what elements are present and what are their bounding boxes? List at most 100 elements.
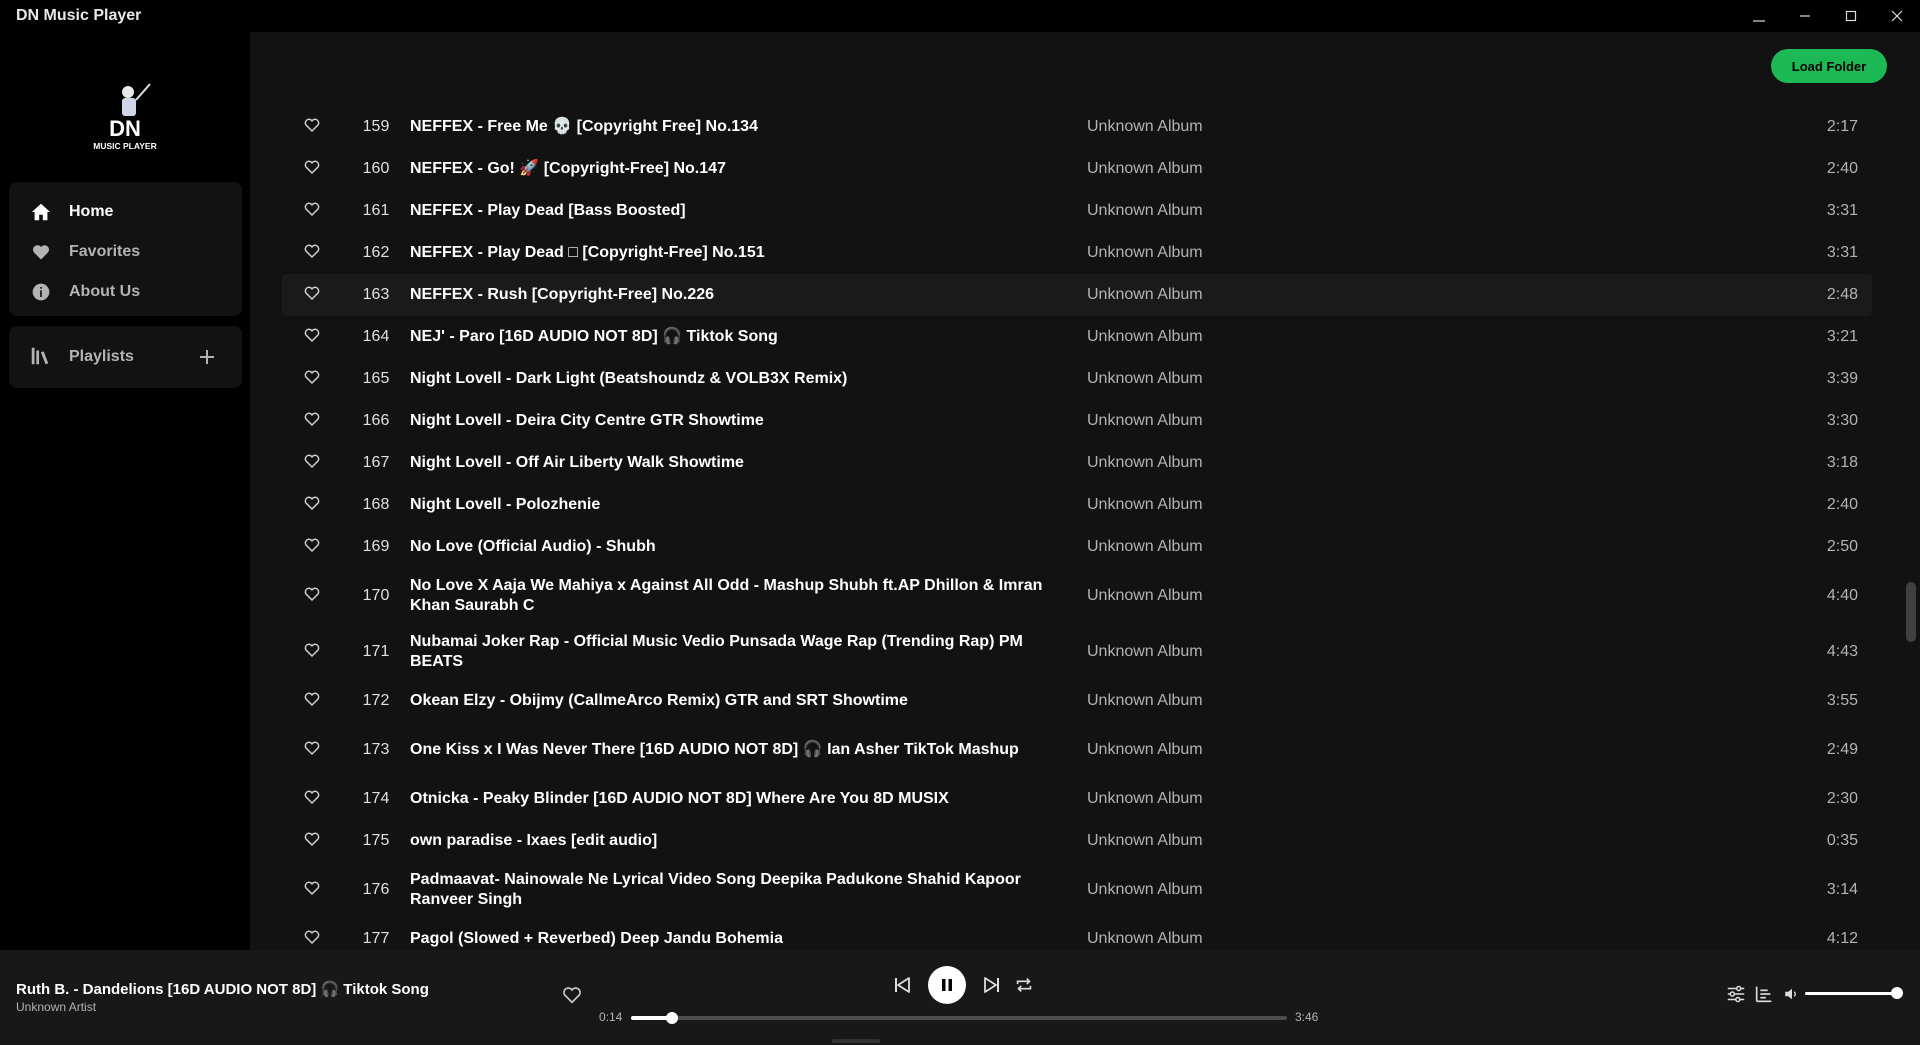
scrollbar-thumb[interactable]	[1906, 582, 1916, 642]
favorite-toggle[interactable]	[282, 690, 342, 713]
heart-outline-icon	[303, 788, 321, 811]
track-duration: 2:17	[1826, 118, 1858, 135]
track-row[interactable]: 161 NEFFEX - Play Dead [Bass Boosted] Unkn…	[282, 190, 1872, 232]
repeat-icon	[1016, 977, 1032, 993]
current-time: 0:14	[599, 1010, 623, 1024]
track-album: Unknown Album	[1087, 412, 1203, 429]
favorite-toggle[interactable]	[282, 284, 342, 307]
volume-knob[interactable]	[1891, 987, 1903, 999]
heart-outline-icon	[303, 690, 321, 713]
track-album: Unknown Album	[1087, 538, 1203, 555]
heart-outline-icon	[303, 410, 321, 433]
progress-slider[interactable]	[631, 1012, 1287, 1024]
track-duration: 3:14	[1826, 881, 1858, 898]
favorite-toggle[interactable]	[282, 116, 342, 139]
track-row[interactable]: 162 NEFFEX - Play Dead □ [Copyright-Free]…	[282, 232, 1872, 274]
track-list: 159 NEFFEX - Free Me 💀 [Copyright Free] N…	[282, 106, 1872, 950]
favorite-toggle[interactable]	[282, 158, 342, 181]
favorite-toggle[interactable]	[282, 368, 342, 391]
playlists-section[interactable]: Playlists	[9, 326, 242, 388]
track-row[interactable]: 170 No Love X Aaja We Mahiya x Against Al…	[282, 568, 1872, 624]
heart-outline-icon	[303, 242, 321, 265]
track-row[interactable]: 168 Night Lovell - Polozhenie Unknown Albu…	[282, 484, 1872, 526]
hide-to-tray-button[interactable]	[1736, 0, 1782, 32]
favorite-toggle[interactable]	[282, 494, 342, 517]
track-number: 177	[362, 930, 390, 947]
extra-controls	[1724, 982, 1808, 1006]
previous-button[interactable]	[890, 973, 914, 997]
favorite-toggle[interactable]	[282, 830, 342, 853]
track-duration: 3:31	[1826, 202, 1858, 219]
track-row[interactable]: 165 Night Lovell - Dark Light (Beatshound…	[282, 358, 1872, 400]
queue-icon	[1755, 986, 1772, 1003]
equalizer-button[interactable]	[1724, 982, 1748, 1006]
track-number: 172	[362, 692, 390, 709]
favorite-toggle[interactable]	[282, 536, 342, 559]
favorite-toggle[interactable]	[282, 326, 342, 349]
now-playing-artist: Unknown Artist	[16, 1000, 97, 1014]
window-controls	[1736, 0, 1920, 32]
favorite-toggle[interactable]	[282, 410, 342, 433]
minimize-button[interactable]	[1782, 0, 1828, 32]
track-row[interactable]: 159 NEFFEX - Free Me 💀 [Copyright Free] N…	[282, 106, 1872, 148]
favorite-toggle[interactable]	[282, 452, 342, 475]
nav-label: Home	[69, 203, 114, 220]
favorite-toggle[interactable]	[282, 585, 342, 608]
nav-item-favorites[interactable]: Favorites	[9, 232, 242, 272]
track-row[interactable]: 166 Night Lovell - Deira City Centre GTR …	[282, 400, 1872, 442]
track-row[interactable]: 160 NEFFEX - Go! 🚀 [Copyright-Free] No.14…	[282, 148, 1872, 190]
close-button[interactable]	[1874, 0, 1920, 32]
resize-handle[interactable]	[832, 1039, 880, 1043]
maximize-button[interactable]	[1828, 0, 1874, 32]
nav-item-about-us[interactable]: About Us	[9, 272, 242, 312]
track-title: Nubamai Joker Rap - Official Music Vedio…	[410, 633, 1023, 670]
heart-outline-icon	[303, 879, 321, 902]
heart-outline-icon	[303, 200, 321, 223]
track-row[interactable]: 173 One Kiss x I Was Never There [16D AUD…	[282, 722, 1872, 778]
favorite-toggle[interactable]	[282, 739, 342, 762]
track-row[interactable]: 169 No Love (Official Audio) - Shubh Unkno…	[282, 526, 1872, 568]
queue-button[interactable]	[1752, 982, 1776, 1006]
track-title: Night Lovell - Polozhenie	[410, 496, 601, 513]
track-row[interactable]: 167 Night Lovell - Off Air Liberty Walk S…	[282, 442, 1872, 484]
track-row[interactable]: 176 Padmaavat- Nainowale Ne Lyrical Video…	[282, 862, 1872, 918]
favorite-toggle[interactable]	[282, 788, 342, 811]
playback-controls	[890, 966, 1036, 1004]
volume-slider[interactable]	[1805, 987, 1903, 999]
play-pause-button[interactable]	[928, 966, 966, 1004]
track-number: 161	[362, 202, 390, 219]
track-duration: 3:30	[1826, 412, 1858, 429]
load-folder-button[interactable]: Load Folder	[1771, 49, 1887, 83]
track-duration: 3:18	[1826, 454, 1858, 471]
heart-outline-icon	[303, 452, 321, 475]
track-title: Padmaavat- Nainowale Ne Lyrical Video So…	[410, 871, 1021, 908]
track-row[interactable]: 163 NEFFEX - Rush [Copyright-Free] No.226…	[282, 274, 1872, 316]
volume-button[interactable]	[1780, 982, 1804, 1006]
next-button[interactable]	[980, 973, 1004, 997]
add-playlist-button[interactable]	[192, 342, 222, 372]
track-title: Night Lovell - Deira City Centre GTR Sho…	[410, 412, 764, 429]
favorite-toggle[interactable]	[282, 928, 342, 951]
favorite-toggle[interactable]	[282, 879, 342, 902]
track-row[interactable]: 172 Okean Elzy - Obijmy (CallmeArco Remix…	[282, 680, 1872, 722]
track-row[interactable]: 171 Nubamai Joker Rap - Official Music Ve…	[282, 624, 1872, 680]
equalizer-icon	[1727, 985, 1745, 1003]
track-row[interactable]: 174 Otnicka - Peaky Blinder [16D AUDIO NO…	[282, 778, 1872, 820]
track-album: Unknown Album	[1087, 160, 1203, 177]
track-title: Okean Elzy - Obijmy (CallmeArco Remix) G…	[410, 692, 908, 709]
track-title: Night Lovell - Dark Light (Beatshoundz &…	[410, 370, 848, 387]
track-number: 170	[362, 587, 390, 604]
heart-outline-icon	[303, 830, 321, 853]
heart-outline-icon	[303, 494, 321, 517]
favorite-toggle[interactable]	[282, 242, 342, 265]
repeat-button[interactable]	[1012, 973, 1036, 997]
favorite-button[interactable]	[561, 984, 583, 1011]
favorite-toggle[interactable]	[282, 200, 342, 223]
track-row[interactable]: 175 own paradise - Ixaes [edit audio] Unkn…	[282, 820, 1872, 862]
track-row[interactable]: 177 Pagol (Slowed + Reverbed) Deep Jandu …	[282, 918, 1872, 950]
nav-item-home[interactable]: Home	[9, 192, 242, 232]
track-album: Unknown Album	[1087, 692, 1203, 709]
track-row[interactable]: 164 NEJ' - Paro [16D AUDIO NOT 8D] 🎧 Tikt…	[282, 316, 1872, 358]
progress-knob[interactable]	[665, 1012, 678, 1024]
favorite-toggle[interactable]	[282, 641, 342, 664]
